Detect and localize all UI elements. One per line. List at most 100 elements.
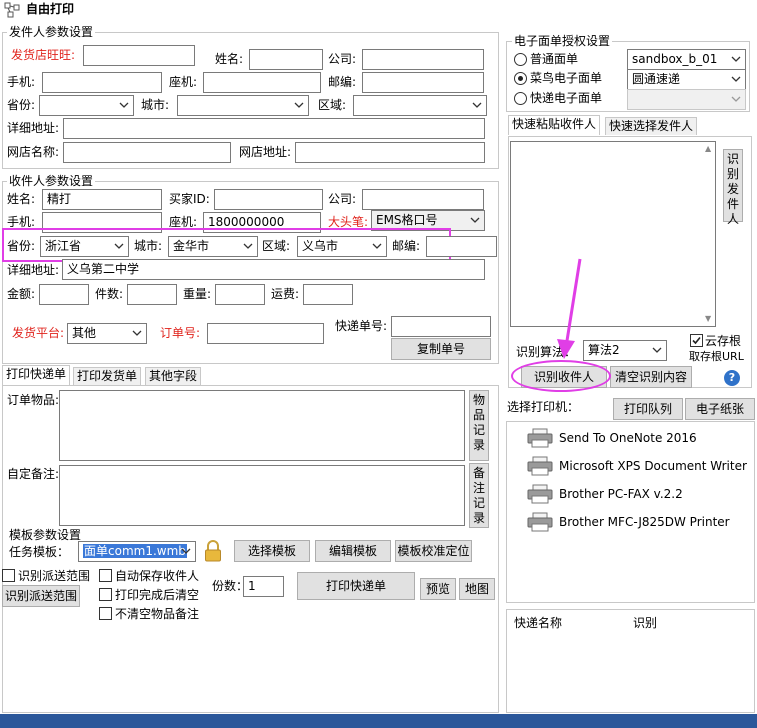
note-record-button[interactable]: 备注记录	[469, 463, 489, 528]
sender-address-label: 详细地址:	[7, 121, 60, 135]
clear-after-print-checkbox[interactable]	[99, 588, 112, 601]
items-record-button[interactable]: 物品记录	[469, 390, 489, 461]
express-company-value: 圆通速递	[632, 72, 681, 86]
sender-district-label: 区域:	[318, 98, 347, 112]
sender-address-input[interactable]	[63, 118, 485, 139]
sender-city-label: 城市:	[141, 98, 170, 112]
printer-name: Brother MFC-J825DW Printer	[559, 515, 730, 529]
radio-express-waybill[interactable]	[514, 92, 527, 105]
dispatch-range-checkbox[interactable]	[2, 569, 15, 582]
sender-name-input[interactable]	[249, 49, 323, 70]
chevron-down-icon	[114, 243, 124, 249]
shop-name-input[interactable]	[63, 142, 231, 163]
preview-button[interactable]: 预览	[420, 578, 456, 600]
chevron-down-icon	[731, 76, 741, 82]
help-icon[interactable]: ?	[724, 370, 740, 386]
map-button[interactable]: 地图	[459, 578, 495, 600]
sender-city-select[interactable]	[177, 95, 309, 116]
receiver-province-select[interactable]: 浙江省	[40, 236, 129, 257]
order-no-label: 订单号:	[160, 326, 201, 340]
checkmark-icon	[692, 336, 701, 345]
sender-district-select[interactable]	[353, 95, 487, 116]
custom-note-textarea[interactable]	[59, 465, 465, 526]
sender-group-title: 发件人参数设置	[7, 25, 96, 39]
amount-input[interactable]	[39, 284, 89, 305]
receiver-zip-input[interactable]	[426, 236, 497, 257]
sender-mobile-input[interactable]	[42, 72, 162, 93]
freight-input[interactable]	[303, 284, 353, 305]
count-input[interactable]	[127, 284, 177, 305]
platform-value: 其他	[72, 326, 97, 340]
dispatch-range-check-label: 识别派送范围	[18, 569, 91, 583]
branch-select[interactable]	[627, 89, 746, 110]
taskbar-strip	[0, 714, 757, 728]
receiver-phone-label: 座机:	[169, 215, 198, 229]
platform-select[interactable]: 其他	[67, 323, 147, 344]
clear-recognize-button[interactable]: 清空识别内容	[610, 366, 692, 388]
receiver-city-select[interactable]: 金华市	[168, 236, 258, 257]
e-paper-button[interactable]: 电子纸张	[685, 398, 755, 420]
account-select[interactable]: sandbox_b_01	[627, 49, 746, 70]
receiver-address-value: 义乌第二中学	[67, 262, 140, 276]
tracking-no-input[interactable]	[391, 316, 491, 337]
receiver-name-input[interactable]: 精打	[42, 189, 162, 210]
bigpen-label: 大头笔:	[328, 215, 369, 229]
tab-other-fields[interactable]: 其他字段	[145, 367, 202, 385]
edit-template-button[interactable]: 编辑模板	[315, 540, 391, 562]
shop-ww-input[interactable]	[83, 45, 195, 66]
buyer-id-input[interactable]	[214, 189, 323, 210]
tab-print-invoice[interactable]: 打印发货单	[73, 367, 142, 385]
sender-zip-label: 邮编:	[328, 75, 357, 89]
autosave-receiver-label: 自动保存收件人	[115, 569, 200, 583]
radio-cainiao-waybill[interactable]	[514, 72, 527, 85]
lock-icon[interactable]	[203, 540, 223, 562]
order-items-label: 订单物品:	[7, 393, 60, 407]
receiver-address-input[interactable]: 义乌第二中学	[62, 259, 485, 280]
algorithm-select[interactable]: 算法2	[583, 340, 667, 361]
tab-paste-receiver[interactable]: 快速粘贴收件人	[508, 115, 601, 135]
radio-express-label: 快递电子面单	[530, 91, 603, 105]
weight-input[interactable]	[215, 284, 265, 305]
chevron-down-icon	[243, 243, 253, 249]
sender-zip-input[interactable]	[362, 72, 484, 93]
receiver-zip-label: 邮编:	[392, 239, 421, 253]
cloud-stub-checkbox[interactable]	[690, 334, 703, 347]
chevron-down-icon	[181, 548, 191, 554]
print-waybill-button[interactable]: 打印快递单	[297, 572, 415, 600]
express-recognize-column-header[interactable]: 识别	[633, 616, 657, 630]
shop-url-input[interactable]	[295, 142, 485, 163]
autosave-receiver-checkbox[interactable]	[99, 569, 112, 582]
printer-icon	[527, 512, 553, 532]
copies-input[interactable]: 1	[243, 576, 284, 597]
algorithm-value: 算法2	[588, 343, 620, 357]
copy-tracking-button[interactable]: 复制单号	[391, 338, 491, 360]
shop-name-label: 网店名称:	[7, 145, 60, 159]
printer-name: Send To OneNote 2016	[559, 431, 697, 445]
paste-receiver-textarea[interactable]: ▲ ▼	[510, 141, 716, 327]
task-template-select[interactable]: 面单comm1.wmb	[78, 541, 196, 562]
app-icon	[4, 2, 20, 18]
keep-items-checkbox[interactable]	[99, 607, 112, 620]
receiver-name-label: 姓名:	[7, 192, 36, 206]
tab-print-waybill[interactable]: 打印快递单	[2, 365, 71, 385]
express-company-select[interactable]: 圆通速递	[627, 69, 746, 90]
recognize-sender-button[interactable]: 识别发件人	[723, 149, 743, 226]
express-name-column-header[interactable]: 快递名称	[514, 616, 562, 630]
calibrate-template-button[interactable]: 模板校准定位	[395, 540, 472, 562]
scrollbar-down-icon[interactable]: ▼	[705, 315, 713, 323]
receiver-company-input[interactable]	[362, 189, 484, 210]
print-queue-button[interactable]: 打印队列	[613, 398, 683, 420]
radio-normal-waybill[interactable]	[514, 53, 527, 66]
order-items-textarea[interactable]	[59, 390, 465, 461]
sender-province-select[interactable]	[39, 95, 134, 116]
express-table: 快递名称 识别	[506, 609, 755, 713]
dispatch-range-button[interactable]: 识别派送范围	[2, 585, 80, 607]
sender-phone-input[interactable]	[203, 72, 321, 93]
tab-select-sender[interactable]: 快速选择发件人	[605, 117, 698, 135]
scrollbar-up-icon[interactable]: ▲	[705, 145, 713, 153]
sender-company-input[interactable]	[362, 49, 484, 70]
sender-province-label: 省份:	[7, 98, 36, 112]
receiver-district-select[interactable]: 义乌市	[297, 236, 387, 257]
select-template-button[interactable]: 选择模板	[234, 540, 310, 562]
order-no-input[interactable]	[207, 323, 324, 344]
